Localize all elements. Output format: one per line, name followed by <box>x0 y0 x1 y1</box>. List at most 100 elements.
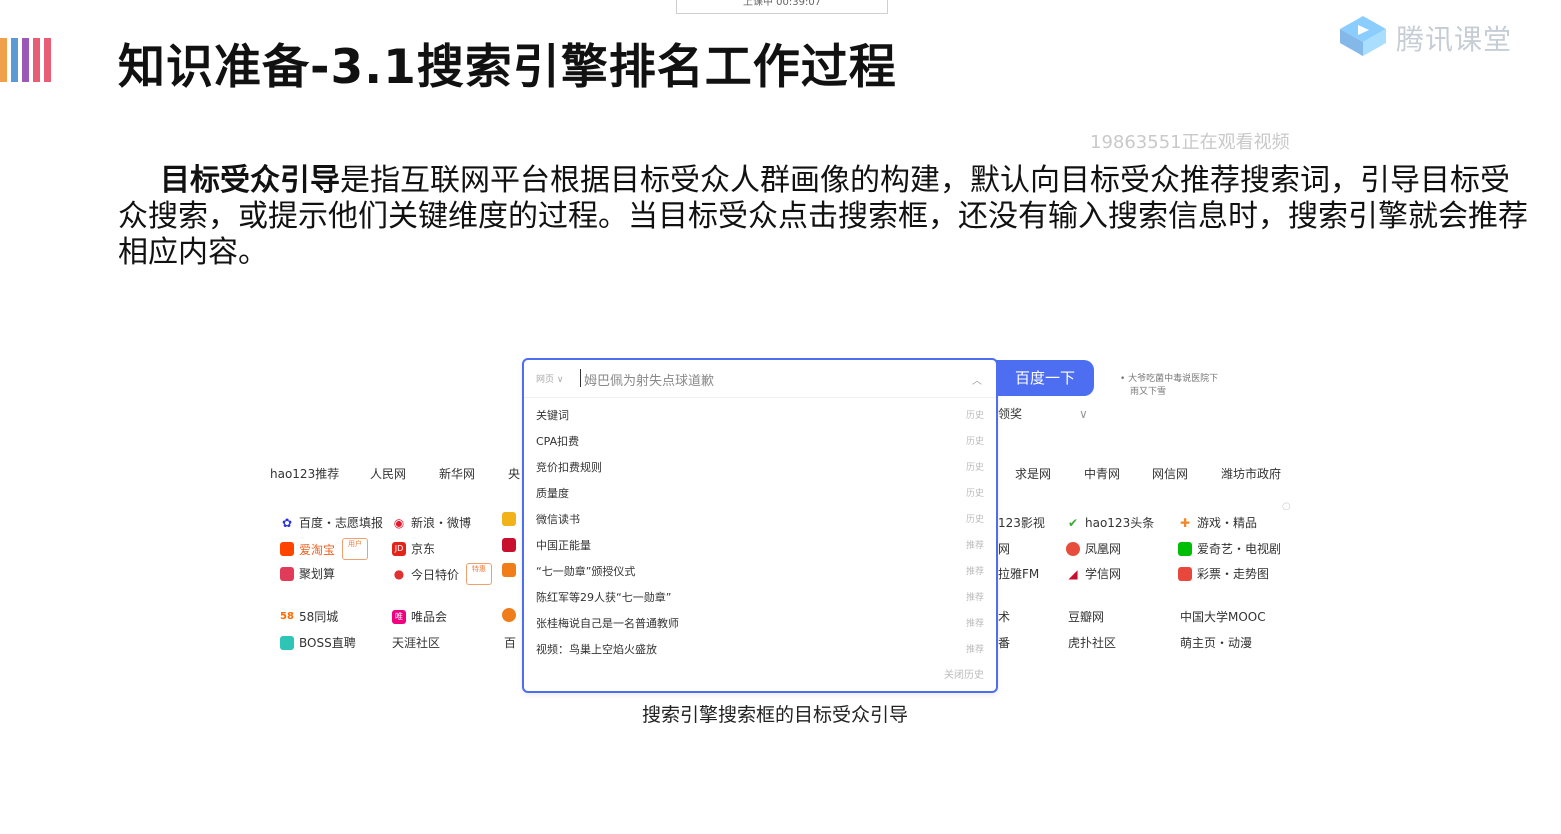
site-link[interactable]: 网 <box>998 540 1010 557</box>
site-link[interactable]: 天涯社区 <box>392 634 440 651</box>
site-link[interactable]: BOSS直聘 <box>280 634 356 651</box>
site-link[interactable] <box>502 538 516 552</box>
site-link[interactable]: 58 58同城 <box>280 608 338 625</box>
suggestion-item[interactable]: 视频：鸟巢上空焰火盛放 推荐 <box>536 636 984 662</box>
partial-site-icon <box>502 512 516 526</box>
site-link[interactable]: ✚ 游戏・精品 <box>1178 514 1257 531</box>
site-label: 今日特价 <box>411 567 460 582</box>
partial-site-icon <box>502 608 516 622</box>
site-label: 番 <box>998 636 1011 650</box>
suggestion-item[interactable]: 张桂梅说自己是一名普通教师 推荐 <box>536 610 984 636</box>
suggestion-tag: 历史 <box>965 437 984 447</box>
tc58-icon: 58 <box>280 609 294 624</box>
suggestion-item[interactable]: 竞价扣费规则 历史 <box>536 454 984 480</box>
juhuasuan-icon <box>280 566 294 581</box>
deco-bar <box>0 38 7 82</box>
site-label: 彩票・走势图 <box>1197 567 1270 581</box>
suggestion-item[interactable]: CPA扣费 历史 <box>536 428 984 454</box>
search-input[interactable]: 网页 ∨ 姆巴佩为射失点球道歉 ︿ <box>524 360 996 398</box>
site-link[interactable]: 唯唯品会 <box>392 608 447 625</box>
suggestion-item[interactable]: 关键词 历史 <box>536 402 984 428</box>
site-fragment[interactable]: 领奖 ∨ <box>998 405 1088 422</box>
site-link[interactable]: 123影视 <box>998 514 1045 531</box>
site-link[interactable]: 爱淘宝 用户 <box>280 538 369 560</box>
nav-item[interactable]: 求是网 <box>1015 465 1051 482</box>
decorative-color-bars <box>0 38 64 82</box>
search-button[interactable]: 百度一下 <box>996 360 1094 396</box>
suggestion-item[interactable]: 中国正能量 推荐 <box>536 532 984 558</box>
site-link[interactable]: 术 <box>998 608 1010 625</box>
nav-item[interactable]: 潍坊市政府 <box>1221 465 1281 482</box>
site-link[interactable]: ✿ 百度・志愿填报 <box>280 514 383 531</box>
partial-site-icon <box>502 563 516 577</box>
site-label: 新浪・微博 <box>411 516 472 530</box>
suggestion-tag: 历史 <box>965 489 984 499</box>
suggestion-tag: 推荐 <box>965 645 984 655</box>
nav-item[interactable]: 人民网 <box>370 465 406 482</box>
circle-icon: ○ <box>1282 501 1291 512</box>
suggestion-tag: 历史 <box>965 463 984 473</box>
suggestion-text: 张桂梅说自己是一名普通教师 <box>536 617 679 630</box>
settings-dot[interactable]: ○ <box>1282 501 1291 512</box>
suggestion-tag: 历史 <box>965 411 984 421</box>
xuexin-icon: ◢ <box>1066 566 1080 581</box>
site-link[interactable]: 虎扑社区 <box>1068 634 1116 651</box>
suggestion-text: 微信读书 <box>536 513 580 526</box>
suggestion-text: 质量度 <box>536 487 569 500</box>
toutiao-icon: ✔ <box>1066 515 1080 530</box>
site-label: 游戏・精品 <box>1197 516 1258 530</box>
site-link[interactable] <box>502 563 516 577</box>
site-label: 天涯社区 <box>392 636 441 650</box>
site-link[interactable]: ◉ 新浪・微博 <box>392 514 471 531</box>
site-link[interactable]: 彩票・走势图 <box>1178 565 1269 582</box>
site-link[interactable] <box>502 512 516 526</box>
site-link[interactable]: 番 <box>998 634 1010 651</box>
viewer-watermark: 19863551正在观看视频 <box>1090 132 1290 153</box>
suggestion-tag: 推荐 <box>965 593 984 603</box>
nav-item[interactable]: 中青网 <box>1084 465 1120 482</box>
search-scope-select[interactable]: 网页 ∨ <box>536 372 563 385</box>
nav-item[interactable]: 央 <box>508 465 520 482</box>
site-label: 网 <box>998 542 1011 556</box>
suggestion-item[interactable]: 陈红军等29人获“七一勋章” 推荐 <box>536 584 984 610</box>
site-label: 拉雅FM <box>998 567 1040 581</box>
site-link[interactable]: ◢ 学信网 <box>1066 565 1121 582</box>
site-link[interactable]: 聚划算 <box>280 565 335 582</box>
site-link[interactable]: 百 <box>504 634 516 651</box>
tencent-classroom-logo-icon <box>1338 14 1388 62</box>
chevron-up-icon[interactable]: ︿ <box>972 372 982 387</box>
boss-icon <box>280 635 294 650</box>
vip-icon: 唯 <box>392 609 406 624</box>
site-link[interactable]: 豆瓣网 <box>1068 608 1104 625</box>
site-label: 百 <box>504 636 517 650</box>
body-paragraph: 目标受众引导是指互联网平台根据目标受众人群画像的构建，默认向目标受众推荐搜索词，… <box>118 163 1528 271</box>
suggestion-item[interactable]: 微信读书 历史 <box>536 506 984 532</box>
site-link[interactable]: ● 今日特价 特惠 <box>392 563 493 585</box>
site-link[interactable]: 中国大学MOOC <box>1180 608 1266 625</box>
nav-item[interactable]: 网信网 <box>1152 465 1188 482</box>
promo-badge-label: 用户 <box>348 540 363 548</box>
suggestion-item[interactable]: “七一勋章”颁授仪式 推荐 <box>536 558 984 584</box>
site-link[interactable] <box>502 608 516 622</box>
site-link[interactable]: 爱奇艺・电视剧 <box>1178 540 1281 557</box>
nav-item[interactable]: 新华网 <box>439 465 475 482</box>
site-link[interactable]: 萌主页・动漫 <box>1180 634 1252 651</box>
suggestion-tag: 推荐 <box>965 567 984 577</box>
site-label: 凤凰网 <box>1085 542 1122 556</box>
site-link[interactable]: JD 京东 <box>392 540 435 557</box>
slide-title: 知识准备-3.1搜索引擎排名工作过程 <box>118 40 897 95</box>
close-history-link[interactable]: 关闭历史 <box>944 666 984 681</box>
site-link[interactable]: 凤凰网 <box>1066 540 1121 557</box>
trending-item[interactable]: • 大爷吃菌中毒说医院下 雨又下雪 <box>1120 373 1218 399</box>
deco-bar <box>11 38 18 82</box>
fenghuang-icon <box>1066 541 1080 556</box>
taobao-icon <box>280 542 294 556</box>
suggestion-item[interactable]: 质量度 历史 <box>536 480 984 506</box>
nav-item[interactable]: hao123推荐 <box>270 465 339 482</box>
brand-logo: 腾讯课堂 <box>1338 14 1512 62</box>
site-link[interactable]: ✔ hao123头条 <box>1066 514 1154 531</box>
deco-bar <box>44 38 51 82</box>
site-link[interactable]: 拉雅FM <box>998 565 1039 582</box>
search-dropdown: 网页 ∨ 姆巴佩为射失点球道歉 ︿ 关键词 历史 CPA扣费 历史 竞价扣费规则 历史 质量… <box>522 358 998 693</box>
chevron-down-icon: ∨ <box>1079 406 1088 421</box>
